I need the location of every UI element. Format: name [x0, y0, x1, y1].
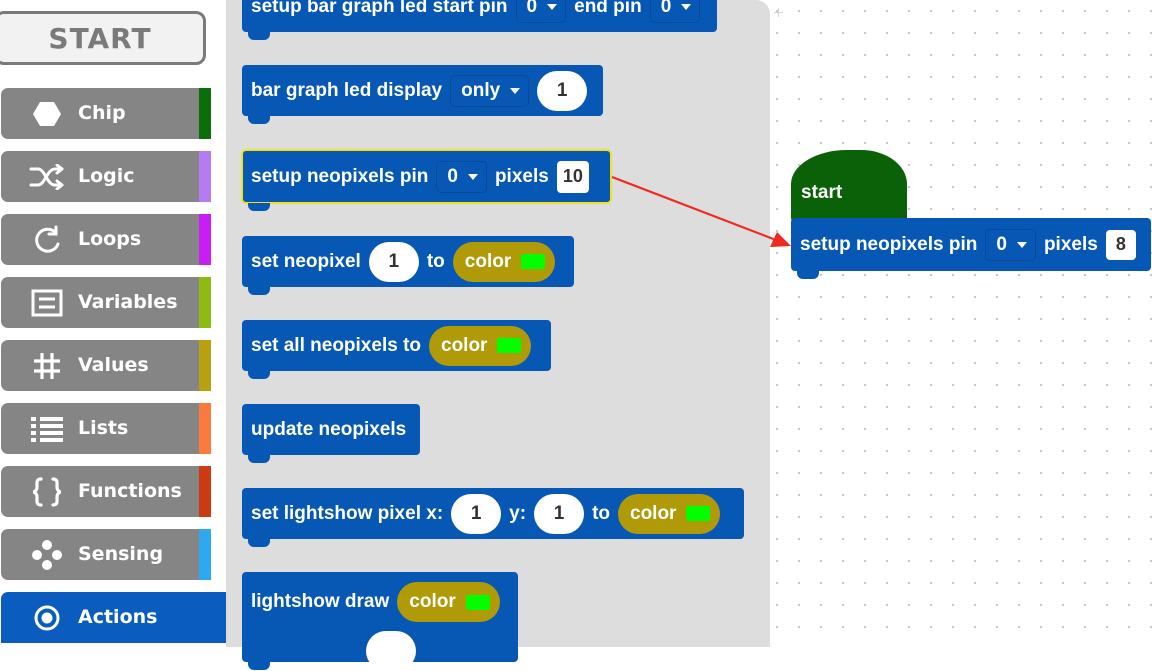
category-color-stripe: [199, 214, 211, 265]
color-swatch: [497, 338, 522, 353]
block-text: to: [426, 250, 445, 272]
dropdown-value: 0: [996, 233, 1007, 255]
category-label: Chip: [78, 102, 126, 124]
color-swatch: [686, 506, 711, 521]
category-label: Sensing: [78, 543, 164, 565]
category-color-stripe: [199, 151, 211, 202]
color-label: color: [464, 250, 512, 272]
category-chip[interactable]: Chip: [1, 88, 211, 139]
lightshow-draw-block[interactable]: lightshow draw color: [242, 572, 518, 671]
category-functions[interactable]: Functions: [1, 466, 211, 517]
block-text: to: [592, 502, 610, 524]
start-button[interactable]: START: [0, 11, 206, 65]
partial-input-oval[interactable]: [366, 631, 416, 671]
category-label: Variables: [78, 291, 178, 313]
block-text: set neopixel: [251, 250, 361, 272]
start-pin-dropdown[interactable]: 0: [515, 0, 567, 23]
hexagon-icon: [29, 88, 65, 139]
bar-graph-display-block[interactable]: bar graph led display only 1: [242, 65, 603, 124]
category-actions[interactable]: Actions: [1, 592, 227, 643]
end-pin-dropdown[interactable]: 0: [649, 0, 701, 23]
start-hat-block[interactable]: start: [791, 150, 907, 222]
block-text: y:: [509, 502, 527, 524]
category-variables[interactable]: Variables: [1, 277, 211, 328]
display-mode-dropdown[interactable]: only: [450, 74, 530, 107]
pixel-y-input[interactable]: 1: [534, 493, 585, 534]
hash-icon: [29, 340, 65, 391]
category-label: Values: [78, 354, 149, 376]
block-text: setup bar graph led start pin: [251, 0, 508, 17]
category-color-stripe: [199, 88, 211, 139]
block-text: set lightshow pixel x:: [251, 502, 444, 524]
category-label: Lists: [78, 417, 129, 439]
neopixel-pin-dropdown[interactable]: 0: [985, 228, 1036, 261]
set-all-neopixels-block[interactable]: set all neopixels to color: [242, 320, 551, 379]
pixel-count-input[interactable]: 10: [556, 160, 589, 193]
target-icon: [29, 592, 65, 643]
display-value-input[interactable]: 1: [537, 70, 588, 111]
block-text: setup neopixels pin: [800, 233, 978, 255]
color-label: color: [409, 591, 456, 612]
category-label: Loops: [78, 228, 142, 250]
category-sensing[interactable]: Sensing: [1, 529, 211, 580]
color-picker[interactable]: color: [618, 493, 721, 534]
workspace-canvas[interactable]: [770, 0, 1152, 647]
dropdown-value: only: [461, 79, 501, 101]
chevron-down-icon: [681, 4, 692, 10]
block-text: pixels: [1043, 233, 1098, 255]
block-text: setup neopixels pin: [251, 165, 429, 187]
category-color-stripe: [199, 529, 211, 580]
category-color-stripe: [199, 403, 211, 454]
variables-icon: [29, 277, 65, 328]
dropdown-value: 0: [526, 0, 538, 17]
color-label: color: [441, 334, 488, 356]
category-label: Actions: [78, 606, 158, 628]
dropdown-value: 0: [447, 165, 458, 187]
color-picker[interactable]: color: [452, 241, 556, 282]
category-label: Functions: [78, 480, 182, 502]
color-picker[interactable]: color: [397, 582, 500, 622]
category-label: Logic: [78, 165, 135, 187]
pixel-x-input[interactable]: 1: [451, 493, 502, 534]
category-values[interactable]: Values: [1, 340, 211, 391]
list-icon: [29, 403, 65, 454]
chevron-down-icon: [510, 87, 521, 94]
set-lightshow-pixel-block[interactable]: set lightshow pixel x: 1 y: 1 to color: [242, 488, 744, 547]
neopixel-pin-dropdown[interactable]: 0: [436, 160, 487, 193]
dropdown-value: 0: [660, 0, 672, 17]
update-neopixels-block[interactable]: update neopixels: [242, 404, 420, 463]
chevron-down-icon: [467, 173, 478, 180]
braces-icon: [29, 466, 65, 517]
block-text: lightshow draw: [251, 591, 390, 612]
block-text: pixels: [494, 165, 549, 187]
color-label: color: [630, 502, 677, 524]
shuffle-icon: [29, 151, 65, 202]
workspace-setup-neopixels-block[interactable]: setup neopixels pin 0 pixels 8: [791, 218, 1151, 279]
hat-label: start: [801, 182, 843, 203]
category-color-stripe: [199, 277, 211, 328]
pixel-count-input[interactable]: 8: [1105, 229, 1136, 260]
category-loops[interactable]: Loops: [1, 214, 211, 265]
neopixel-index-input[interactable]: 1: [368, 241, 419, 282]
category-color-stripe: [199, 466, 211, 517]
color-picker[interactable]: color: [429, 325, 532, 366]
block-text: set all neopixels to: [251, 334, 421, 356]
block-text: update neopixels: [251, 418, 407, 440]
workspace-grid: [770, 0, 1152, 647]
color-swatch: [521, 254, 546, 269]
setup-neopixels-block[interactable]: setup neopixels pin 0 pixels 10: [241, 149, 612, 211]
bar-graph-setup-block[interactable]: setup bar graph led start pin 0 end pin …: [242, 0, 717, 40]
sensing-dots-icon: [29, 529, 65, 580]
color-swatch: [465, 594, 490, 610]
chevron-down-icon: [547, 4, 558, 10]
block-text: bar graph led display: [251, 79, 443, 101]
block-text: end pin: [574, 0, 642, 17]
category-sidebar: START Chip Logic Loops Variables Values …: [0, 0, 227, 647]
category-color-stripe: [199, 340, 211, 391]
chevron-down-icon: [1016, 241, 1027, 248]
category-logic[interactable]: Logic: [1, 151, 211, 202]
category-lists[interactable]: Lists: [1, 403, 211, 454]
loop-arrow-icon: [29, 214, 65, 265]
set-neopixel-block[interactable]: set neopixel 1 to color: [242, 236, 574, 295]
